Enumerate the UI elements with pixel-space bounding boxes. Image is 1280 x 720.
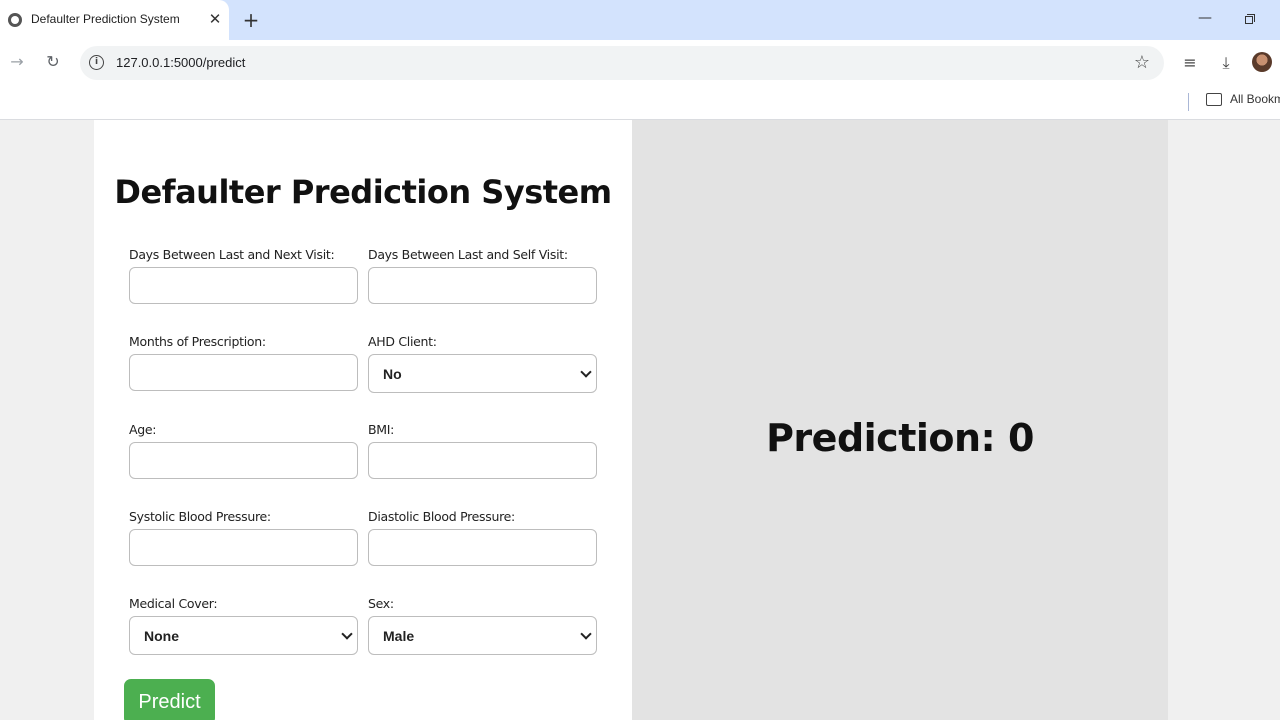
bookmark-star-icon[interactable]: ☆	[1134, 52, 1150, 73]
media-controls-icon[interactable]: ≡	[1179, 52, 1201, 74]
sex-select[interactable]: Male	[368, 616, 597, 655]
field-label: BMI:	[368, 422, 395, 437]
chevron-down-icon	[580, 366, 592, 378]
field-bmi: BMI:	[368, 422, 597, 479]
field-days-last-self: Days Between Last and Self Visit:	[368, 247, 597, 304]
field-ahd-client: AHD Client: No	[368, 334, 597, 393]
field-diastolic-bp: Diastolic Blood Pressure:	[368, 509, 597, 566]
days-last-next-input[interactable]	[129, 267, 358, 304]
new-tab-button[interactable]: +	[240, 9, 262, 31]
medical-cover-select[interactable]: None	[129, 616, 358, 655]
reload-icon[interactable]: ↻	[43, 52, 63, 72]
field-label: AHD Client:	[368, 334, 437, 349]
bookmarks-bar: All Bookm	[0, 86, 1280, 120]
field-days-last-next: Days Between Last and Next Visit:	[129, 247, 358, 304]
chevron-down-icon	[580, 628, 592, 640]
field-systolic-bp: Systolic Blood Pressure:	[129, 509, 358, 566]
result-panel: Prediction: 0	[632, 120, 1168, 720]
globe-icon	[8, 13, 22, 27]
browser-toolbar: → ↻ i 127.0.0.1:5000/predict ☆ ≡ ⤓	[0, 40, 1280, 86]
page-title: Defaulter Prediction System	[114, 173, 612, 211]
select-value: None	[144, 628, 179, 644]
restore-window-button[interactable]	[1243, 10, 1259, 28]
download-icon[interactable]: ⤓	[1215, 52, 1237, 74]
diastolic-bp-input[interactable]	[368, 529, 597, 566]
browser-tab[interactable]: Defaulter Prediction System ✕	[0, 0, 229, 40]
browser-tab-strip: Defaulter Prediction System ✕ + —	[0, 0, 1280, 40]
field-label: Days Between Last and Self Visit:	[368, 247, 568, 262]
form-panel: Defaulter Prediction System Days Between…	[94, 120, 632, 720]
minimize-window-button[interactable]: —	[1196, 10, 1214, 28]
close-tab-icon[interactable]: ✕	[206, 10, 224, 28]
url-text[interactable]: 127.0.0.1:5000/predict	[116, 55, 245, 70]
select-value: Male	[383, 628, 415, 644]
field-months-prescription: Months of Prescription:	[129, 334, 358, 391]
days-last-self-input[interactable]	[368, 267, 597, 304]
field-age: Age:	[129, 422, 358, 479]
all-bookmarks-link[interactable]: All Bookm	[1230, 92, 1280, 106]
forward-arrow-icon[interactable]: →	[7, 52, 27, 72]
address-bar[interactable]: i 127.0.0.1:5000/predict ☆	[80, 46, 1164, 80]
site-info-icon[interactable]: i	[89, 55, 104, 70]
field-label: Months of Prescription:	[129, 334, 266, 349]
field-medical-cover: Medical Cover: None	[129, 596, 358, 655]
page-content: Defaulter Prediction System Days Between…	[0, 120, 1280, 720]
months-prescription-input[interactable]	[129, 354, 358, 391]
bmi-input[interactable]	[368, 442, 597, 479]
field-sex: Sex: Male	[368, 596, 597, 655]
bookmarks-divider	[1188, 93, 1189, 111]
select-value: No	[383, 366, 402, 382]
systolic-bp-input[interactable]	[129, 529, 358, 566]
age-input[interactable]	[129, 442, 358, 479]
tab-title: Defaulter Prediction System	[31, 12, 180, 26]
field-label: Systolic Blood Pressure:	[129, 509, 271, 524]
field-label: Diastolic Blood Pressure:	[368, 509, 515, 524]
folder-icon[interactable]	[1206, 93, 1222, 106]
prediction-result: Prediction: 0	[766, 416, 1034, 460]
field-label: Sex:	[368, 596, 394, 611]
field-label: Age:	[129, 422, 157, 437]
profile-avatar[interactable]	[1252, 52, 1272, 72]
chevron-down-icon	[341, 628, 353, 640]
field-label: Days Between Last and Next Visit:	[129, 247, 335, 262]
predict-button[interactable]: Predict	[124, 679, 215, 720]
field-label: Medical Cover:	[129, 596, 218, 611]
ahd-client-select[interactable]: No	[368, 354, 597, 393]
